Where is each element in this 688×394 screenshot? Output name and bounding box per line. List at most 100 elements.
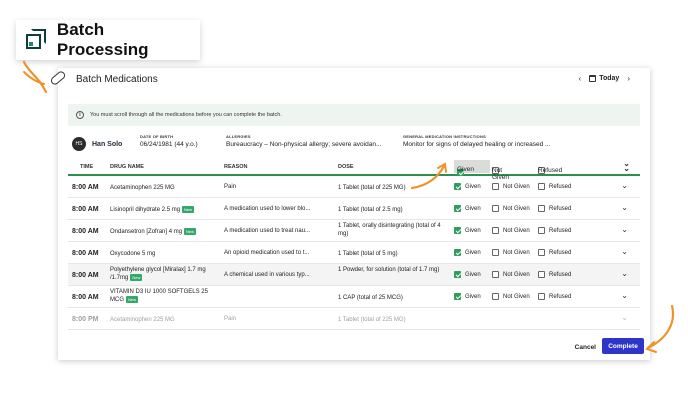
row-reason: A medication used to lower blo... [224,206,311,212]
expand-all-icon[interactable]: ⌄ ⌄ [623,160,630,173]
drug-name: Lisinopril dihydrate 2.5 mg [110,207,181,214]
row-time: 8:00 AM [72,272,99,279]
drug-name: Oxycodone 5 mg [110,251,156,257]
chevron-down-icon[interactable]: ⌄ [621,247,628,256]
checkbox-icon [538,227,545,234]
not-given-label: Not Given [503,227,530,234]
row-time: 8:00 AM [72,250,99,257]
checkbox-checked-icon [454,227,461,234]
table-row[interactable]: 8:00 AM Oxycodone 5 mg An opioid medicatio… [68,242,640,264]
row-dose: 1 Powder, for solution (total of 1.7 mg) [338,267,440,273]
dob-value: 06/24/1981 (44 y.o.) [140,141,198,148]
info-message: You must scroll through all the medicati… [90,112,282,118]
row-drug: Acetaminophen 225 MG [110,184,210,192]
pill-icon [49,69,67,87]
not-given-option[interactable]: Not Given [492,249,530,256]
dob-label: DATE OF BIRTH [140,134,174,139]
table-row[interactable]: 8:00 PM Acetaminophen 225 MG Pain 1 Tablet … [68,308,640,330]
not-given-label: Not Given [503,293,530,300]
table-row[interactable]: 8:00 AM Lisinopril dihydrate 2.5 mg New A m… [68,198,640,220]
chevron-left-icon[interactable]: ‹ [579,74,582,83]
refused-option[interactable]: Refused [538,271,571,278]
checkbox-checked-icon [454,183,461,190]
card-title: Batch Medications [76,74,158,85]
given-option[interactable]: Given [454,205,481,212]
row-drug: Lisinopril dihydrate 2.5 mg New [110,206,210,214]
refused-option[interactable]: Refused [538,227,571,234]
refused-label: Refused [549,227,572,234]
given-option[interactable]: Given [454,271,481,278]
checkbox-checked-icon [454,249,461,256]
refused-label: Refused [549,249,572,256]
patient-summary: HS Han Solo DATE OF BIRTH 06/24/1981 (44… [68,132,640,156]
given-option[interactable]: Given [454,293,481,300]
row-dose: 1 Tablet (total of 225 MG) [338,185,406,191]
refused-label: Refused [549,271,572,278]
refused-label: Refused [549,205,572,212]
row-time: 8:00 AM [72,228,99,235]
date-navigation: ‹ Today › [579,74,630,83]
chevron-down-icon[interactable]: ⌄ [621,181,628,190]
not-given-label: Not Given [503,271,530,278]
info-icon: i [76,111,84,119]
given-option[interactable]: Given [454,183,481,190]
table-row[interactable]: 8:00 AM Ondansetron [Zofran] 4 mg New A med… [68,220,640,242]
not-given-option[interactable]: Not Given [492,183,530,190]
refused-option[interactable]: Refused [538,183,571,190]
given-label: Given [465,205,481,212]
row-dose: 1 Tablet (total of 2.5 mg) [338,207,403,213]
table-row[interactable]: 8:00 AM VITAMIN D3 IU 1000 SOFTGELS 25 MC… [68,286,640,308]
callout-title: Batch Processing [56,20,149,59]
row-reason: A medication used to treat nau... [224,228,311,234]
not-given-option[interactable]: Not Given [492,271,530,278]
given-option[interactable]: Given [454,249,481,256]
not-given-label: Not Given [503,183,530,190]
row-drug: Polyethylene glycol [Miralax] 1.7 mg /1.… [110,266,210,282]
allergies-value: Bureaucracy – Non-physical allergy; seve… [226,141,382,148]
checkbox-icon [538,183,545,190]
table-row[interactable]: 8:00 AM Polyethylene glycol [Miralax] 1.7… [68,264,640,286]
not-given-option[interactable]: Not Given [492,205,530,212]
row-time: 8:00 PM [72,316,99,323]
table-row[interactable]: 8:00 AM Acetaminophen 225 MG Pain 1 Tablet … [68,176,640,198]
cancel-button[interactable]: Cancel [575,344,596,351]
row-dose: 1 Tablet (total of 225 MG) [338,317,406,323]
drug-name: Acetaminophen 225 MG [110,185,175,191]
chevron-down-icon[interactable]: ⌄ [621,291,628,300]
drug-name: VITAMIN D3 IU 1000 SOFTGELS 25 MCG [110,289,208,304]
chevron-down-icon[interactable]: ⌄ [621,313,628,322]
row-dose: 1 CAP (total of 25 MCG) [338,295,403,301]
checkbox-icon [492,249,499,256]
today-button[interactable]: Today [589,75,619,82]
row-time: 8:00 AM [72,184,99,191]
drug-name: Acetaminophen 225 MG [110,317,175,323]
dob-block: DATE OF BIRTH 06/24/1981 (44 y.o.) [140,134,198,148]
given-label: Given [465,249,481,256]
checkbox-icon [538,205,545,212]
refused-option[interactable]: Refused [538,205,571,212]
chevron-down-icon[interactable]: ⌄ [621,269,628,278]
given-option[interactable]: Given [454,227,481,234]
row-dose: 1 Tablet, orally disintegrating (total o… [338,223,441,237]
row-drug: VITAMIN D3 IU 1000 SOFTGELS 25 MCG New [110,288,210,304]
chevron-right-icon[interactable]: › [627,74,630,83]
chevron-down-icon[interactable]: ⌄ [621,203,628,212]
row-time: 8:00 AM [72,206,99,213]
checkbox-checked-icon [454,271,461,278]
batch-medications-card: Batch Medications ‹ Today › i You must s… [49,68,650,360]
row-time: 8:00 AM [72,294,99,301]
complete-arrow [646,304,675,350]
checkbox-checked-icon [454,205,461,212]
select-all-given[interactable]: Given [454,160,490,176]
refused-option[interactable]: Refused [538,249,571,256]
new-badge: New [182,206,195,213]
refused-option[interactable]: Refused [538,293,571,300]
info-banner: i You must scroll through all the medica… [68,104,640,126]
chevron-down-icon[interactable]: ⌄ [621,225,628,234]
complete-button[interactable]: Complete [602,338,644,354]
not-given-label: Not Given [503,205,530,212]
not-given-option[interactable]: Not Given [492,227,530,234]
batch-processing-callout: Batch Processing [16,20,200,60]
row-reason: Pain [224,316,237,322]
not-given-option[interactable]: Not Given [492,293,530,300]
